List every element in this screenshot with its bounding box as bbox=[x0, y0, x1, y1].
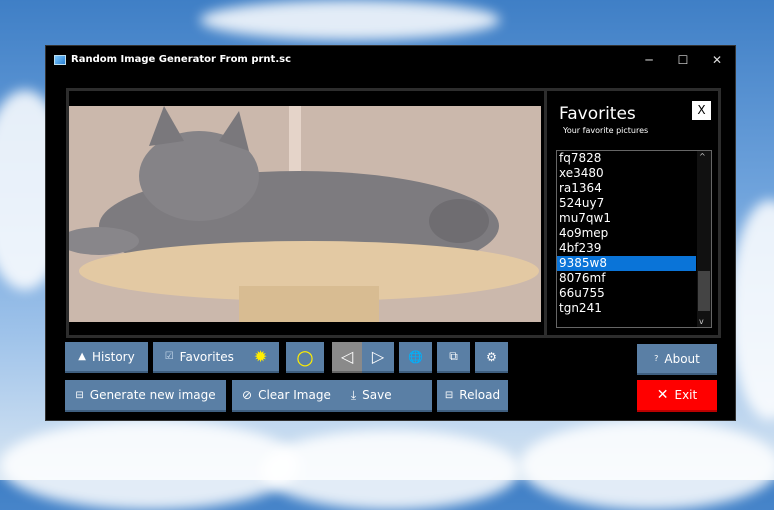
list-item[interactable]: 66u755 bbox=[557, 286, 711, 301]
reload-icon: ⊟ bbox=[444, 389, 454, 401]
reload-button[interactable]: ⊟ Reload bbox=[437, 380, 508, 412]
scrollbar-thumb[interactable] bbox=[698, 271, 710, 311]
history-label: History bbox=[92, 349, 135, 364]
favorites-button[interactable]: ☑ Favorites ✹ bbox=[153, 342, 279, 373]
favorites-subtitle: Your favorite pictures bbox=[563, 126, 649, 135]
list-item[interactable]: mu7qw1 bbox=[557, 211, 711, 226]
list-item[interactable]: 4o9mep bbox=[557, 226, 711, 241]
generated-image bbox=[69, 106, 541, 322]
favorites-label: Favorites bbox=[179, 349, 234, 364]
copy-button[interactable]: ⧉ bbox=[437, 342, 470, 373]
triangle-up-icon: ▲ bbox=[78, 351, 86, 362]
reload-label: Reload bbox=[459, 388, 501, 402]
about-label: About bbox=[664, 351, 700, 366]
favorites-list[interactable]: fq7828 xe3480 ra1364 524uy7 mu7qw1 4o9me… bbox=[556, 150, 712, 328]
settings-button[interactable]: ⚙ bbox=[475, 342, 508, 373]
minimize-button[interactable]: ─ bbox=[632, 46, 666, 73]
copy-icon: ⧉ bbox=[449, 349, 458, 363]
checkbox-icon: ☑ bbox=[164, 351, 174, 362]
circle-icon: ○ bbox=[296, 344, 314, 369]
save-button[interactable]: ⤓ Save bbox=[351, 388, 392, 403]
list-item[interactable]: xe3480 bbox=[557, 166, 711, 181]
chevron-left-icon: ◁ bbox=[340, 347, 354, 366]
open-browser-button[interactable]: 🌐 bbox=[399, 342, 432, 373]
ban-icon: ⊘ bbox=[242, 388, 253, 402]
sun-icon: ✹ bbox=[253, 347, 268, 366]
download-icon: ⤓ bbox=[350, 387, 357, 402]
list-item[interactable]: fq7828 bbox=[557, 151, 711, 166]
cat-image bbox=[69, 106, 541, 322]
chevron-right-icon: ▷ bbox=[371, 347, 385, 366]
list-item[interactable]: 524uy7 bbox=[557, 196, 711, 211]
history-button[interactable]: ▲ History bbox=[65, 342, 148, 373]
gear-icon: ⚙ bbox=[486, 349, 497, 364]
exit-label: Exit bbox=[674, 388, 698, 402]
clear-image-button[interactable]: ⊘ Clear Image bbox=[242, 388, 331, 402]
brightness-toggle-button[interactable]: ○ bbox=[286, 342, 324, 373]
scroll-down-icon[interactable]: v bbox=[699, 317, 704, 326]
exit-button[interactable]: ✕ Exit bbox=[637, 380, 717, 412]
generate-new-image-button[interactable]: ⊟ Generate new image bbox=[65, 380, 226, 412]
previous-button[interactable]: ◁ bbox=[332, 342, 362, 373]
list-item[interactable]: 8076mf bbox=[557, 271, 711, 286]
window-title: Random Image Generator From prnt.sc bbox=[71, 54, 292, 65]
favorites-title: Favorites bbox=[559, 104, 636, 124]
save-label: Save bbox=[362, 388, 392, 402]
next-button[interactable]: ▷ bbox=[362, 342, 394, 373]
list-item[interactable]: ra1364 bbox=[557, 181, 711, 196]
globe-icon: 🌐 bbox=[408, 349, 423, 364]
question-icon: ? bbox=[654, 354, 659, 363]
favorites-panel: Favorites Your favorite pictures X fq782… bbox=[544, 91, 721, 335]
close-icon: ✕ bbox=[656, 387, 669, 403]
close-window-button[interactable]: ✕ bbox=[700, 46, 734, 73]
scrollbar[interactable]: ^ v bbox=[697, 151, 711, 327]
scroll-up-icon[interactable]: ^ bbox=[699, 152, 706, 161]
list-item[interactable]: 4bf239 bbox=[557, 241, 711, 256]
list-item-selected[interactable]: 9385w8 bbox=[557, 256, 696, 271]
maximize-button[interactable]: ☐ bbox=[666, 46, 700, 73]
app-icon bbox=[54, 54, 66, 65]
app-window: Random Image Generator From prnt.sc ─ ☐ … bbox=[45, 45, 736, 421]
list-item[interactable]: tgn241 bbox=[557, 301, 711, 316]
close-favorites-button[interactable]: X bbox=[692, 101, 711, 120]
generate-label: Generate new image bbox=[89, 388, 216, 402]
clear-image-label: Clear Image bbox=[258, 388, 331, 402]
generate-icon: ⊟ bbox=[75, 389, 84, 401]
about-button[interactable]: ? About bbox=[637, 344, 717, 375]
content-panel: Favorites Your favorite pictures X fq782… bbox=[66, 88, 721, 338]
clear-save-group: ⊘ Clear Image ⤓ Save bbox=[232, 380, 432, 412]
